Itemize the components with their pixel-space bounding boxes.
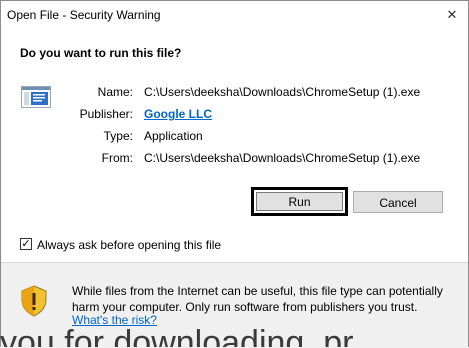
cancel-button[interactable]: Cancel bbox=[353, 191, 443, 213]
application-file-icon bbox=[21, 86, 51, 108]
whats-the-risk-link[interactable]: What's the risk? bbox=[72, 313, 157, 327]
warning-message: While files from the Internet can be use… bbox=[72, 284, 443, 314]
window-title: Open File - Security Warning bbox=[7, 8, 161, 22]
title-bar: Open File - Security Warning ✕ bbox=[0, 0, 469, 31]
publisher-label: Publisher: bbox=[79, 107, 133, 121]
background-page-text: you for downloading. pr bbox=[0, 328, 354, 347]
from-value: C:\Users\deeksha\Downloads\ChromeSetup (… bbox=[144, 151, 421, 165]
from-label: From: bbox=[101, 151, 133, 165]
type-value: Application bbox=[144, 129, 203, 143]
run-button[interactable]: Run bbox=[251, 187, 348, 216]
name-label: Name: bbox=[97, 85, 133, 99]
run-button-label[interactable]: Run bbox=[256, 192, 343, 211]
name-value: C:\Users\deeksha\Downloads\ChromeSetup (… bbox=[144, 85, 421, 99]
security-shield-icon bbox=[21, 285, 47, 317]
always-ask-checkbox[interactable]: ✓ bbox=[20, 238, 32, 250]
dialog-question: Do you want to run this file? bbox=[20, 46, 182, 60]
type-label: Type: bbox=[103, 129, 133, 143]
close-button[interactable]: ✕ bbox=[442, 5, 462, 25]
publisher-link[interactable]: Google LLC bbox=[144, 107, 212, 121]
always-ask-label[interactable]: Always ask before opening this file bbox=[37, 238, 221, 252]
